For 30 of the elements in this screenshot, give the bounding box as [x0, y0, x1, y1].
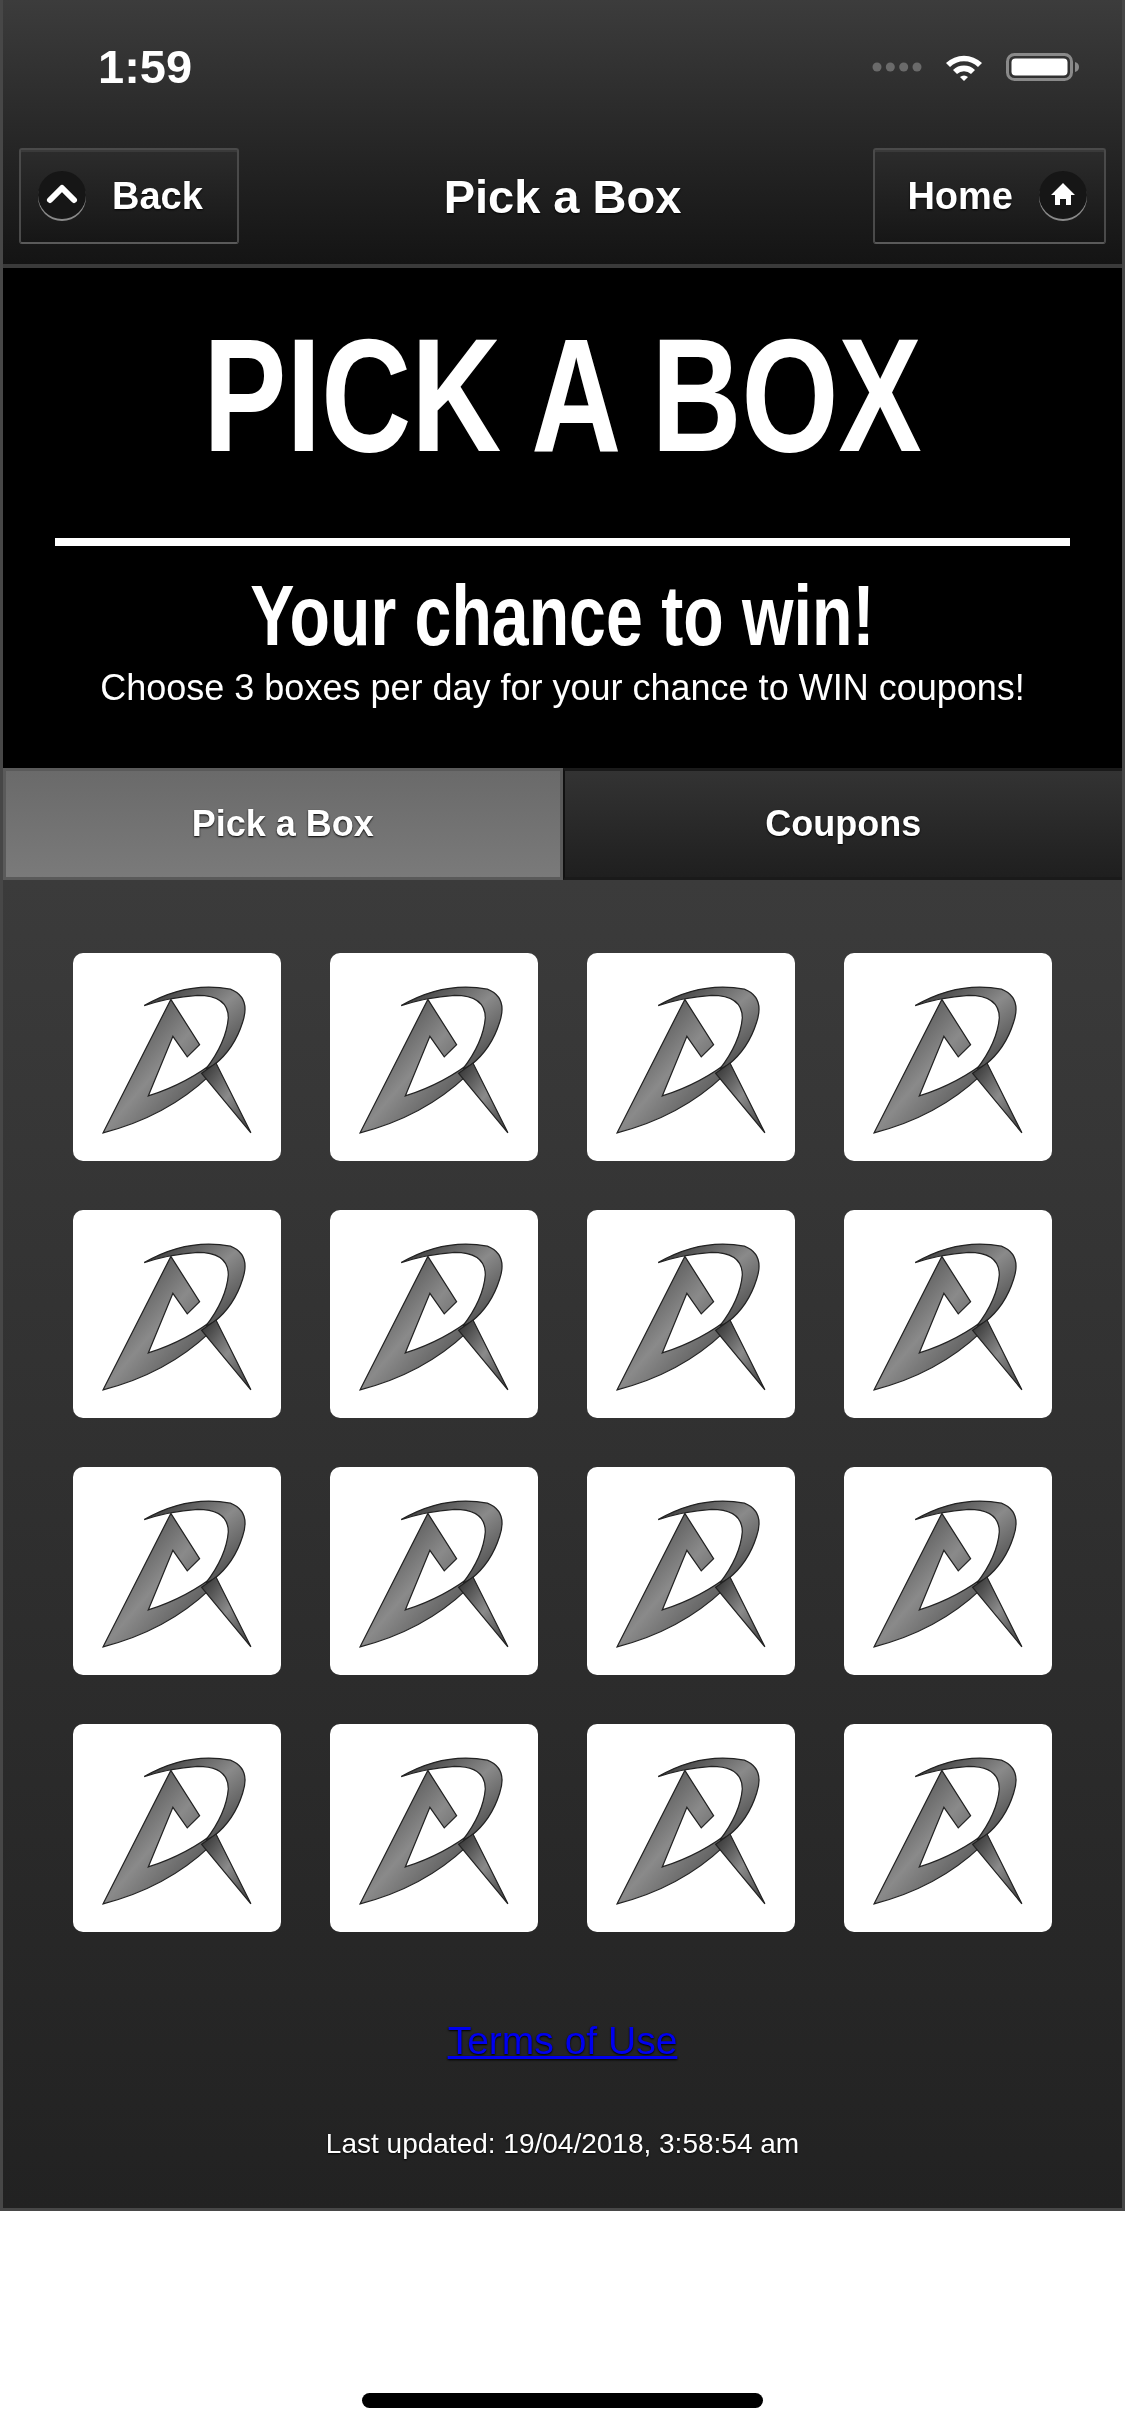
- last-updated-text: Last updated: 19/04/2018, 3:58:54 am: [325, 2130, 800, 2158]
- box-tile[interactable]: [587, 1724, 795, 1932]
- banner-subtitle: Your chance to win!: [250, 572, 875, 658]
- box-tile[interactable]: [330, 1210, 538, 1418]
- box-tile[interactable]: [587, 1210, 795, 1418]
- box-tile[interactable]: [330, 1467, 538, 1675]
- chevron-up-icon: [37, 170, 87, 222]
- nav-title: Pick a Box: [443, 168, 682, 224]
- box-tile[interactable]: [330, 953, 538, 1161]
- box-tile[interactable]: [73, 953, 281, 1161]
- box-tile[interactable]: [587, 1467, 795, 1675]
- back-button[interactable]: Back: [19, 148, 239, 244]
- status-time: 1:59: [98, 38, 193, 94]
- box-tile[interactable]: [73, 1467, 281, 1675]
- box-tile[interactable]: [844, 953, 1052, 1161]
- box-tile[interactable]: [587, 953, 795, 1161]
- tab[interactable]: Pick a Box: [3, 768, 563, 880]
- signal-dots-icon: [872, 62, 922, 72]
- home-button[interactable]: Home: [873, 148, 1106, 244]
- banner-title: PICK A BOX: [203, 314, 922, 476]
- battery-icon: [1006, 53, 1080, 81]
- home-icon: [1038, 170, 1088, 222]
- box-tile[interactable]: [330, 1724, 538, 1932]
- box-tile[interactable]: [73, 1210, 281, 1418]
- box-tile[interactable]: [844, 1210, 1052, 1418]
- banner-description: Choose 3 boxes per day for your chance to WIN coupons!: [100, 670, 1025, 706]
- box-tile[interactable]: [844, 1467, 1052, 1675]
- box-tile[interactable]: [844, 1724, 1052, 1932]
- tab[interactable]: Coupons: [562, 768, 1122, 880]
- box-tile[interactable]: [73, 1724, 281, 1932]
